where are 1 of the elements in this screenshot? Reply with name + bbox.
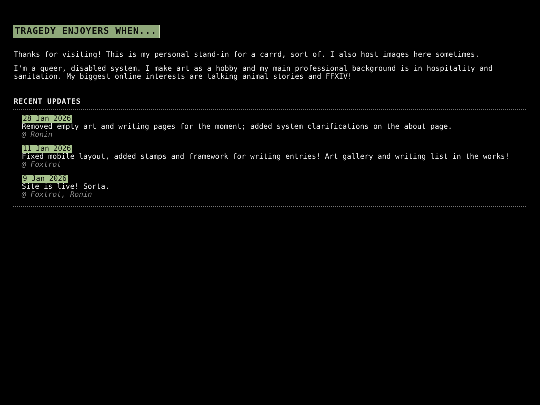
site-title: TRAGEDY ENJOYERS WHEN... [13, 25, 160, 38]
